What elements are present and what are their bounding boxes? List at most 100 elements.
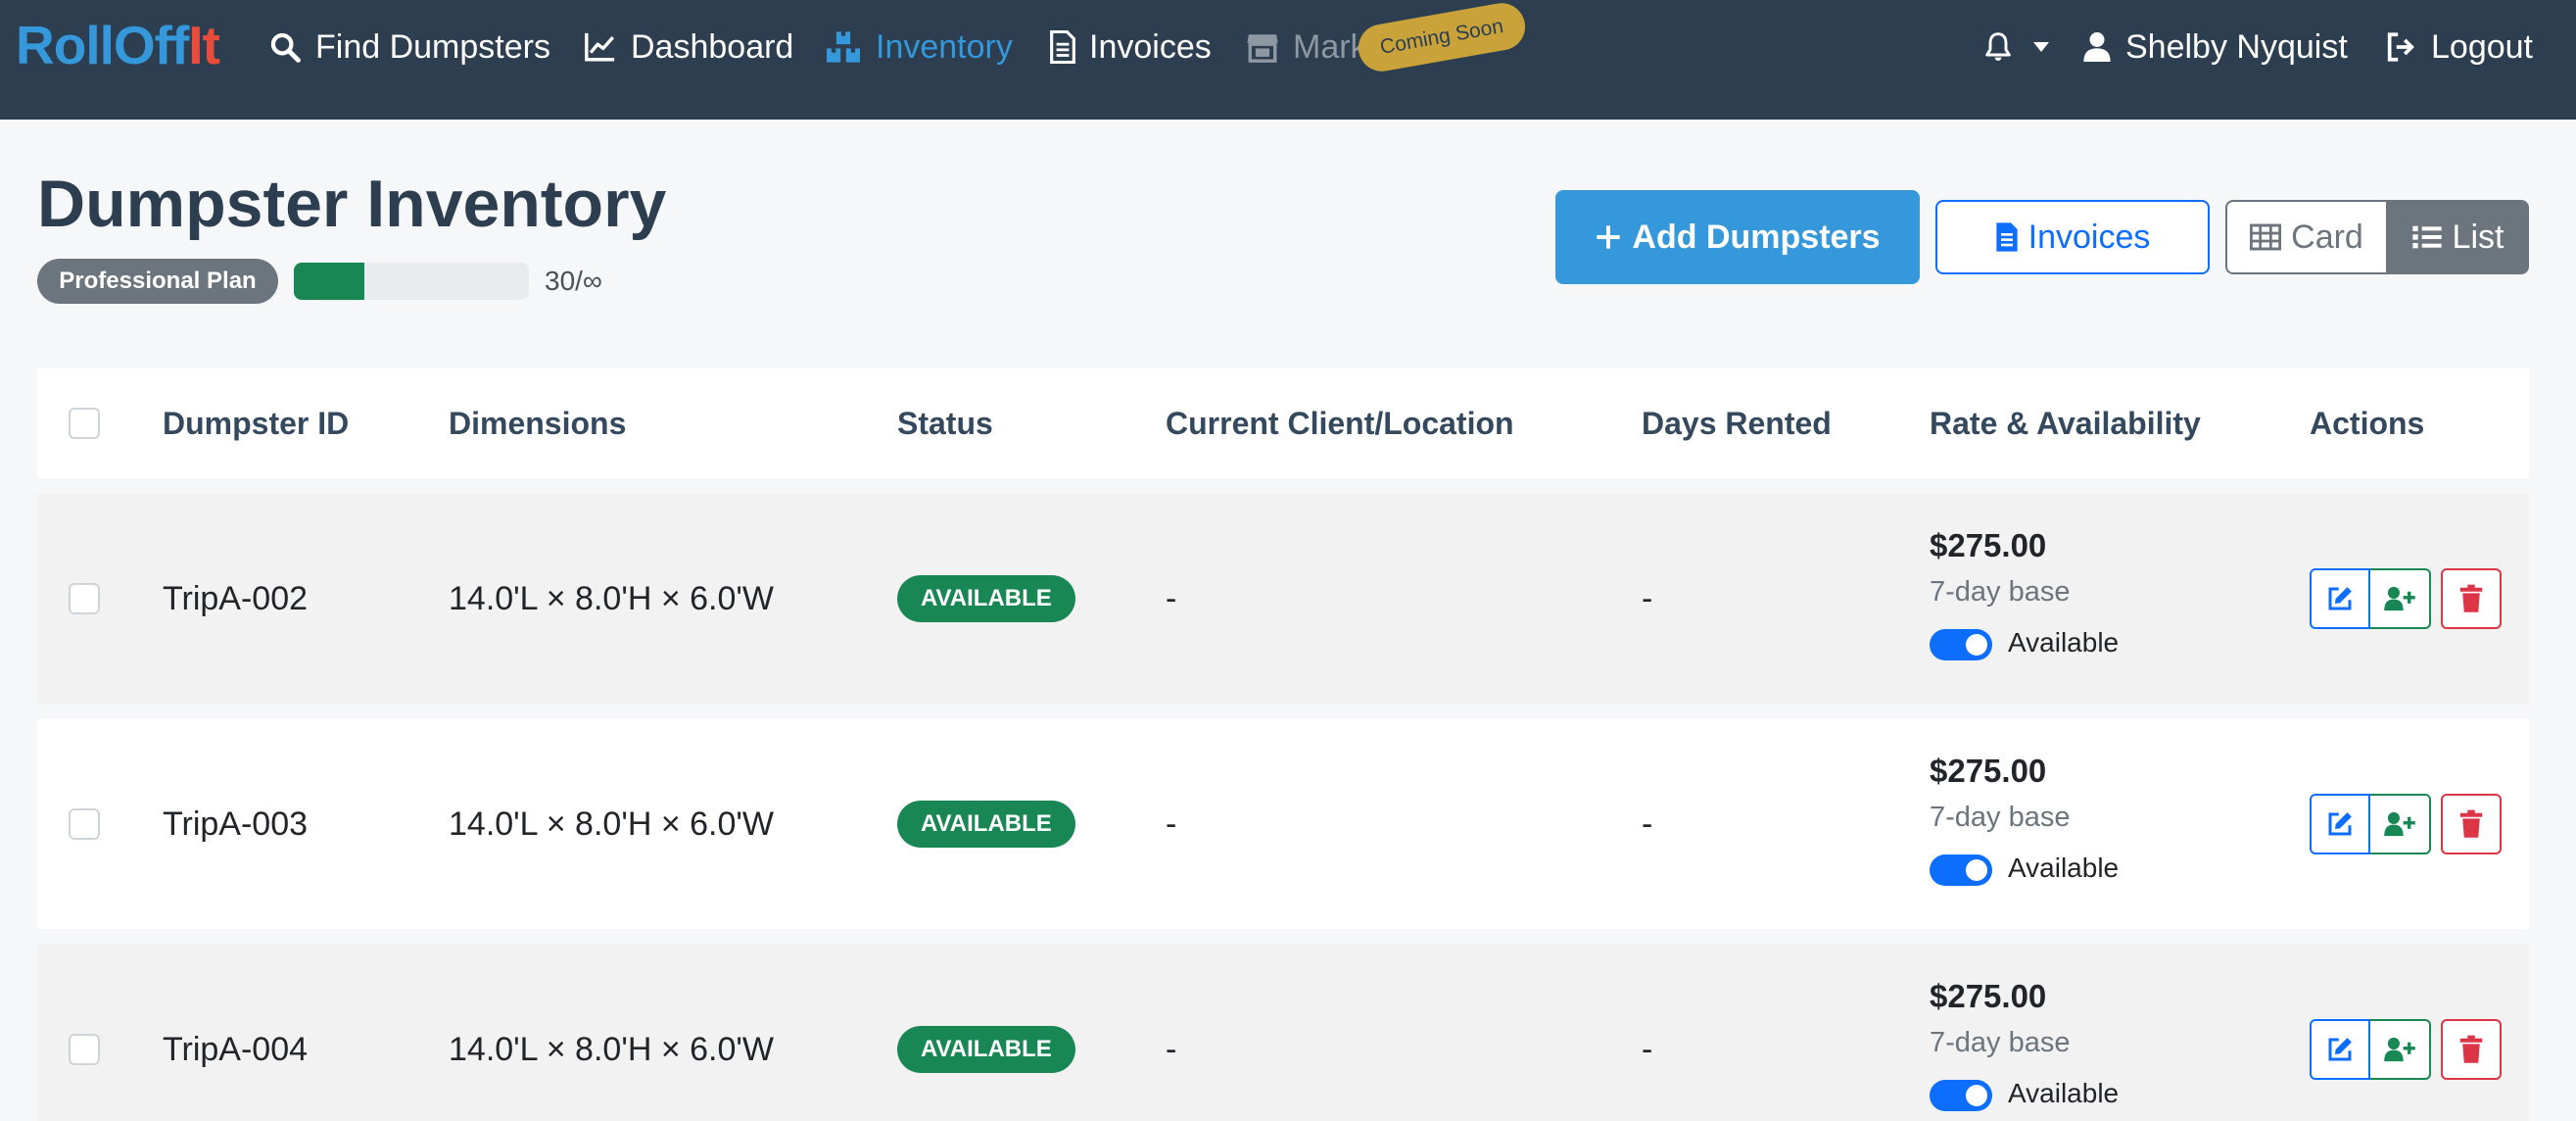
edit-icon [2328, 1038, 2352, 1061]
notifications-dropdown[interactable] [1982, 20, 2051, 74]
rate-value: $275.00 [1930, 527, 2047, 563]
boxes-icon [827, 31, 860, 63]
assign-client-button[interactable] [2370, 794, 2431, 854]
table-grid-icon [2250, 223, 2282, 251]
rate-basis: 7-day base [1930, 576, 2071, 608]
client-location: - [1166, 1030, 1177, 1068]
column-header-rate[interactable]: Rate & Availability [1930, 368, 2201, 478]
plus-icon [1597, 225, 1621, 249]
logout-icon [2387, 32, 2414, 62]
rate-basis: 7-day base [1930, 802, 2071, 833]
file-invoice-icon [1995, 222, 2018, 252]
column-header-dimensions[interactable]: Dimensions [449, 368, 626, 478]
list-icon [2411, 225, 2442, 249]
top-navbar: RollOffIt Find Dumpsters Dashboard Inven… [0, 0, 2576, 120]
row-checkbox[interactable] [69, 1034, 100, 1065]
invoices-button-label: Invoices [2027, 218, 2151, 256]
status-badge: AVAILABLE [897, 1026, 1075, 1073]
nav-marketplace[interactable]: Mark [1246, 20, 1367, 74]
availability-label: Available [2008, 1078, 2120, 1108]
nav-invoices[interactable]: Invoices [1050, 20, 1212, 74]
page-title: Dumpster Inventory [37, 167, 667, 241]
chart-line-icon [585, 32, 615, 62]
nav-find-dumpsters[interactable]: Find Dumpsters [268, 20, 550, 74]
days-rented: - [1642, 1030, 1653, 1068]
availability-label: Available [2008, 853, 2120, 883]
brand-part-2: It [188, 15, 220, 75]
column-header-days[interactable]: Days Rented [1642, 368, 1832, 478]
user-plus-icon [2384, 1037, 2415, 1062]
nav-inventory[interactable]: Inventory [825, 20, 1013, 74]
row-checkbox[interactable] [69, 808, 100, 840]
assign-client-button[interactable] [2370, 568, 2431, 629]
trash-icon [2459, 1035, 2483, 1063]
nav-invoices-label: Invoices [1089, 27, 1212, 66]
assign-client-button[interactable] [2370, 1019, 2431, 1080]
select-all-checkbox[interactable] [69, 408, 100, 439]
file-invoice-icon [1050, 30, 1075, 64]
days-rented: - [1642, 804, 1653, 843]
brand-part-1: RollOff [16, 15, 189, 75]
user-icon [2083, 32, 2111, 62]
nav-find-dumpsters-label: Find Dumpsters [315, 27, 550, 66]
caret-down-icon [2033, 42, 2049, 52]
nav-inventory-label: Inventory [876, 27, 1013, 66]
user-menu[interactable]: Shelby Nyquist [2082, 20, 2348, 74]
list-view-label: List [2452, 218, 2504, 256]
column-header-status[interactable]: Status [897, 368, 993, 478]
dumpster-id[interactable]: TripA-004 [163, 1030, 308, 1069]
dimensions: 14.0'L × 8.0'H × 6.0'W [449, 1030, 774, 1068]
availability-toggle[interactable] [1930, 1080, 1992, 1111]
logout-label: Logout [2431, 27, 2533, 66]
client-location: - [1166, 579, 1177, 617]
delete-button[interactable] [2441, 568, 2502, 629]
card-view-label: Card [2291, 218, 2363, 256]
rate-basis: 7-day base [1930, 1027, 2071, 1058]
list-view-button[interactable]: List [2386, 200, 2529, 274]
bell-icon [1985, 32, 2011, 61]
logout-link[interactable]: Logout [2384, 20, 2533, 74]
nav-marketplace-label: Mark [1293, 27, 1367, 66]
rate-value: $275.00 [1930, 753, 2047, 789]
row-checkbox[interactable] [69, 583, 100, 614]
user-plus-icon [2384, 586, 2415, 611]
add-dumpsters-button[interactable]: Add Dumpsters [1555, 190, 1920, 284]
days-rented: - [1642, 579, 1653, 617]
edit-button[interactable] [2310, 794, 2370, 854]
status-badge: AVAILABLE [897, 801, 1075, 848]
brand-logo[interactable]: RollOffIt [16, 14, 220, 76]
card-view-button[interactable]: Card [2225, 200, 2386, 274]
edit-icon [2328, 587, 2352, 610]
plan-badge: Professional Plan [37, 259, 278, 304]
nav-dashboard[interactable]: Dashboard [584, 20, 793, 74]
user-name: Shelby Nyquist [2125, 27, 2348, 66]
availability-toggle[interactable] [1930, 854, 1992, 886]
nav-dashboard-label: Dashboard [631, 27, 794, 66]
dimensions: 14.0'L × 8.0'H × 6.0'W [449, 579, 774, 617]
search-icon [270, 32, 301, 63]
status-badge: AVAILABLE [897, 575, 1075, 622]
add-dumpsters-label: Add Dumpsters [1632, 218, 1881, 256]
column-header-actions: Actions [2310, 405, 2425, 441]
dumpster-id[interactable]: TripA-003 [163, 804, 308, 844]
edit-button[interactable] [2310, 1019, 2370, 1080]
coming-soon-badge: Coming Soon [1355, 0, 1529, 75]
invoices-button[interactable]: Invoices [1935, 200, 2210, 274]
edit-icon [2328, 812, 2352, 836]
store-icon [1247, 34, 1278, 63]
dimensions: 14.0'L × 8.0'H × 6.0'W [449, 804, 774, 843]
table-row: TripA-002 14.0'L × 8.0'H × 6.0'W AVAILAB… [37, 494, 2529, 704]
column-header-client[interactable]: Current Client/Location [1166, 368, 1514, 478]
table-header: Dumpster ID Dimensions Status Current Cl… [37, 368, 2529, 478]
edit-button[interactable] [2310, 568, 2370, 629]
usage-count: 30/∞ [545, 266, 602, 296]
table-row: TripA-004 14.0'L × 8.0'H × 6.0'W AVAILAB… [37, 945, 2529, 1121]
delete-button[interactable] [2441, 794, 2502, 854]
availability-toggle[interactable] [1930, 629, 1992, 660]
column-header-id[interactable]: Dumpster ID [163, 368, 349, 478]
delete-button[interactable] [2441, 1019, 2502, 1080]
dumpster-id[interactable]: TripA-002 [163, 579, 308, 618]
trash-icon [2459, 584, 2483, 612]
usage-progress-fill [294, 263, 364, 300]
user-plus-icon [2384, 811, 2415, 837]
